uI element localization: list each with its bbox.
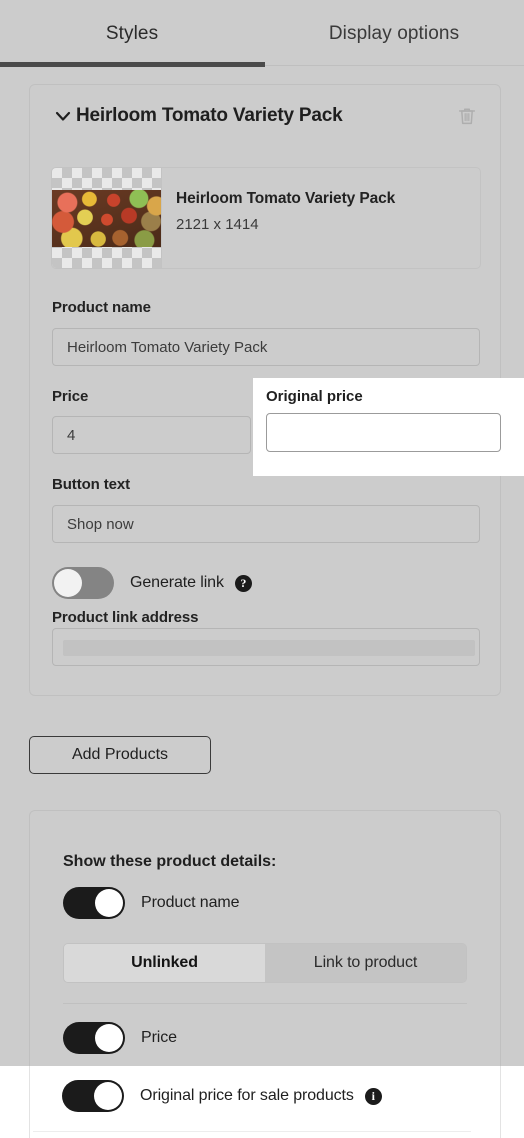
loading-placeholder-bar — [63, 640, 475, 656]
toggle-knob — [54, 569, 82, 597]
settings-panel: Styles Display options Heirloom Tomato V… — [0, 0, 524, 1138]
tab-active-indicator — [0, 62, 265, 67]
product-title: Heirloom Tomato Variety Pack — [76, 105, 343, 126]
detail-row-original-price[interactable]: Original price for sale products i — [0, 1066, 524, 1138]
tab-styles-label: Styles — [105, 23, 159, 44]
product-image-meta: Heirloom Tomato Variety Pack 2121 x 1414 — [162, 168, 395, 268]
details-heading: Show these product details: — [63, 853, 277, 870]
help-icon[interactable]: ? — [234, 574, 252, 592]
info-icon[interactable]: i — [364, 1087, 382, 1105]
original-price-toggle-group[interactable]: Original price for sale products i — [62, 1080, 382, 1112]
generate-link-label: Generate link — [130, 574, 224, 591]
tomato-photo — [52, 190, 161, 247]
generate-link-toggle[interactable] — [52, 567, 114, 599]
detail-row-product-name[interactable]: Product name — [63, 887, 240, 919]
details-divider-2 — [33, 1131, 471, 1132]
product-link-address-label: Product link address — [52, 609, 199, 626]
original-price-popover: Original price — [253, 378, 524, 476]
price-input[interactable]: 4 — [52, 416, 251, 454]
image-name: Heirloom Tomato Variety Pack — [176, 190, 396, 207]
original-price-label: Original price — [266, 388, 363, 405]
button-text-label: Button text — [52, 476, 131, 493]
product-card-header[interactable]: Heirloom Tomato Variety Pack — [30, 85, 502, 147]
image-dimensions: 2121 x 1414 — [176, 216, 259, 233]
generate-link-row[interactable]: Generate link ? — [52, 567, 252, 599]
detail-label-price: Price — [141, 1029, 177, 1046]
product-image-row[interactable]: Heirloom Tomato Variety Pack 2121 x 1414 — [51, 167, 481, 269]
detail-row-price[interactable]: Price — [63, 1022, 177, 1054]
row-border-left — [29, 1066, 30, 1138]
detail-label-product-name: Product name — [141, 894, 240, 911]
link-mode-segmented-control[interactable]: Unlinked Link to product — [63, 943, 467, 983]
original-price-toggle[interactable] — [62, 1080, 124, 1112]
trash-icon[interactable] — [454, 103, 480, 129]
detail-label-original-price: Original price for sale products — [140, 1087, 354, 1104]
row-border-right — [500, 1066, 501, 1138]
segment-unlinked[interactable]: Unlinked — [64, 944, 265, 982]
product-name-label: Product name — [52, 299, 151, 316]
button-text-input[interactable]: Shop now — [52, 505, 480, 543]
product-thumbnail — [52, 168, 162, 268]
original-price-input[interactable] — [266, 413, 501, 452]
toggle-knob — [94, 1082, 122, 1110]
tab-styles[interactable]: Styles — [0, 0, 264, 68]
chevron-down-icon[interactable] — [52, 105, 74, 127]
tab-bar: Styles Display options — [0, 0, 524, 70]
product-link-address-input[interactable] — [52, 628, 480, 666]
product-name-input[interactable]: Heirloom Tomato Variety Pack — [52, 328, 480, 366]
details-divider-1 — [63, 1003, 467, 1004]
product-name-toggle[interactable] — [63, 887, 125, 919]
price-toggle[interactable] — [63, 1022, 125, 1054]
tab-display-options[interactable]: Display options — [264, 0, 524, 68]
toggle-knob — [95, 1024, 123, 1052]
price-label: Price — [52, 388, 89, 405]
tab-display-options-label: Display options — [328, 23, 460, 44]
add-products-button[interactable]: Add Products — [29, 736, 211, 774]
toggle-knob — [95, 889, 123, 917]
segment-link-to-product[interactable]: Link to product — [265, 944, 466, 982]
